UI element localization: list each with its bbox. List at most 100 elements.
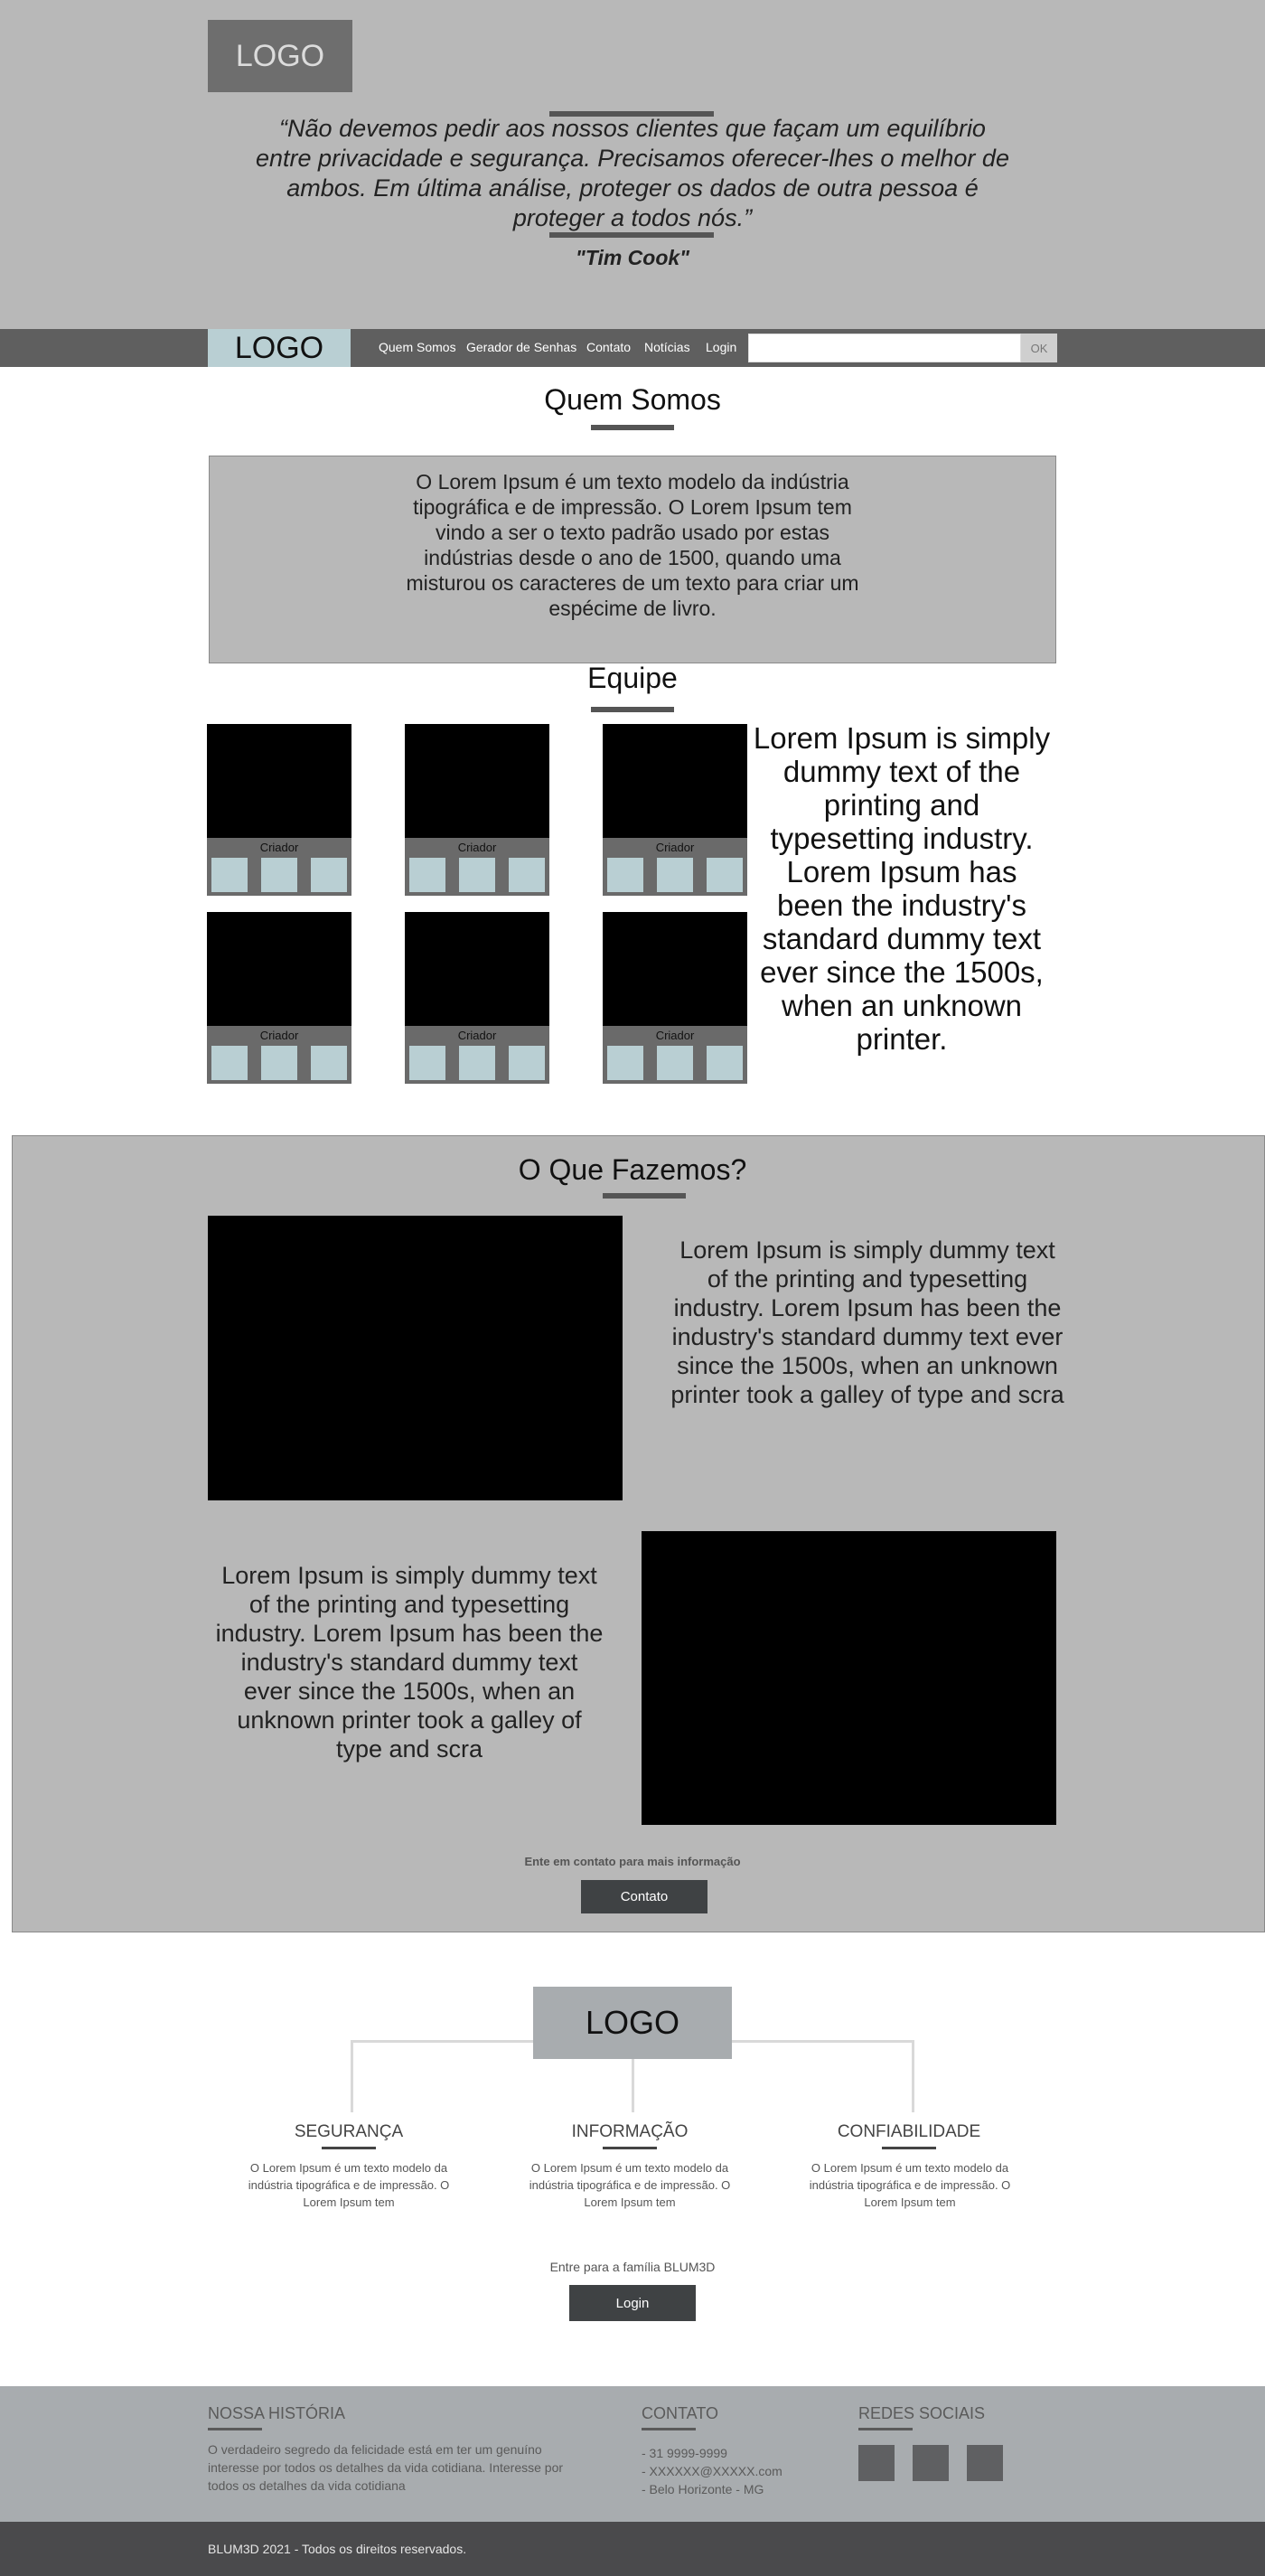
value-bar <box>882 2147 936 2149</box>
member-social-icon[interactable] <box>707 858 743 892</box>
contact-button[interactable]: Contato <box>581 1880 707 1913</box>
team-card: Criador <box>603 912 747 1084</box>
member-photo <box>207 912 351 1026</box>
what-text-2: Lorem Ipsum is simply dummy text of the … <box>215 1562 604 1763</box>
member-social-icon[interactable] <box>509 1046 545 1080</box>
member-label: Criador <box>655 1029 695 1042</box>
social-icon[interactable] <box>858 2445 895 2481</box>
social-icon[interactable] <box>913 2445 949 2481</box>
member-social-icon[interactable] <box>211 1046 248 1080</box>
connector-line <box>351 2040 353 2112</box>
connector-line <box>732 2040 914 2043</box>
member-social-icon[interactable] <box>211 858 248 892</box>
value-title-seguranca: SEGURANÇA <box>294 2122 404 2141</box>
value-title-informacao: INFORMAÇÃO <box>571 2122 689 2141</box>
member-social-icon[interactable] <box>707 1046 743 1080</box>
hero-logo: LOGO <box>208 20 352 92</box>
nav-link-login[interactable]: Login <box>706 340 736 354</box>
team-card: Criador <box>405 724 549 896</box>
login-button[interactable]: Login <box>569 2285 696 2321</box>
nav-link-noticias[interactable]: Notícias <box>644 340 690 354</box>
card-footer: Criador <box>603 838 747 896</box>
navbar: LOGO Quem Somos Gerador de Senhas Contat… <box>0 329 1265 367</box>
member-social-icon[interactable] <box>657 858 693 892</box>
footer-history-title: NOSSA HISTÓRIA <box>208 2404 346 2422</box>
value-bar <box>603 2147 657 2149</box>
hero-quote: “Não devemos pedir aos nossos clientes q… <box>256 115 1009 231</box>
nav-link-contato[interactable]: Contato <box>586 340 631 354</box>
footer-social-title: REDES SOCIAIS <box>858 2404 986 2422</box>
footer-title-bar <box>858 2428 913 2430</box>
footer-title-bar <box>208 2428 262 2430</box>
member-label: Criador <box>655 841 695 854</box>
footer-contact-phone: - 31 9999-9999 <box>642 2446 727 2460</box>
member-label: Criador <box>457 1029 497 1042</box>
member-photo <box>603 724 747 838</box>
value-text: O Lorem Ipsum é um texto modelo da indús… <box>809 2161 1011 2209</box>
member-photo <box>207 724 351 838</box>
card-footer: Criador <box>207 838 351 896</box>
copyright-text: BLUM3D 2021 - Todos os direitos reservad… <box>208 2542 467 2556</box>
member-social-icon[interactable] <box>607 858 643 892</box>
hero-section: LOGO “Não devemos pedir aos nossos clien… <box>0 0 1265 329</box>
what-title-bar <box>603 1193 686 1199</box>
member-social-icon[interactable] <box>409 1046 445 1080</box>
card-footer: Criador <box>405 838 549 896</box>
member-photo <box>405 912 549 1026</box>
member-social-icon[interactable] <box>607 1046 643 1080</box>
nav-link-gerador-senhas[interactable]: Gerador de Senhas <box>466 340 576 354</box>
member-social-icon[interactable] <box>509 858 545 892</box>
footer <box>0 2386 1265 2522</box>
member-social-icon[interactable] <box>261 1046 297 1080</box>
footer-title-bar <box>642 2428 696 2430</box>
social-icon[interactable] <box>967 2445 1003 2481</box>
member-photo <box>405 724 549 838</box>
member-social-icon[interactable] <box>657 1046 693 1080</box>
team-card: Criador <box>207 912 351 1084</box>
footer-contact-email[interactable]: - XXXXXX@XXXXX.com <box>642 2462 782 2480</box>
member-label: Criador <box>259 841 299 854</box>
what-image-1 <box>208 1216 623 1500</box>
footer-contact-city: - Belo Horizonte - MG <box>642 2482 764 2496</box>
about-title: Quem Somos <box>544 383 721 416</box>
join-text: Entre para a família BLUM3D <box>549 2260 716 2274</box>
member-social-icon[interactable] <box>459 858 495 892</box>
about-title-bar <box>591 425 674 430</box>
quote-bottom-bar <box>549 232 714 238</box>
value-title-confiabilidade: CONFIABILIDADE <box>837 2122 981 2141</box>
connector-line <box>632 2059 634 2112</box>
what-text-1: Lorem Ipsum is simply dummy text of the … <box>670 1236 1064 1408</box>
footer-history-text: O verdadeiro segredo da felicidade está … <box>208 2442 564 2493</box>
card-footer: Criador <box>405 1026 549 1084</box>
what-title: O Que Fazemos? <box>518 1153 747 1186</box>
about-text: O Lorem Ipsum é um texto modelo da indús… <box>406 470 859 620</box>
member-label: Criador <box>457 841 497 854</box>
member-social-icon[interactable] <box>459 1046 495 1080</box>
member-social-icon[interactable] <box>311 858 347 892</box>
member-social-icon[interactable] <box>311 1046 347 1080</box>
footer-contact-title: CONTATO <box>642 2404 718 2422</box>
value-bar <box>322 2147 376 2149</box>
team-title-bar <box>591 707 674 712</box>
search-input[interactable] <box>748 334 1021 362</box>
member-social-icon[interactable] <box>261 858 297 892</box>
member-label: Criador <box>259 1029 299 1042</box>
value-text: O Lorem Ipsum é um texto modelo da indús… <box>529 2161 731 2209</box>
team-text: Lorem Ipsum is simply dummy text of the … <box>753 721 1051 1056</box>
what-we-do-section <box>12 1135 1265 1932</box>
member-social-icon[interactable] <box>409 858 445 892</box>
value-text: O Lorem Ipsum é um texto modelo da indús… <box>248 2161 450 2209</box>
card-footer: Criador <box>207 1026 351 1084</box>
hero-quote-author: "Tim Cook" <box>575 246 690 269</box>
nav-logo[interactable]: LOGO <box>208 329 351 367</box>
connector-line <box>351 2040 533 2043</box>
member-photo <box>603 912 747 1026</box>
connector-line <box>912 2040 914 2112</box>
nav-link-quem-somos[interactable]: Quem Somos <box>379 340 456 354</box>
values-logo: LOGO <box>533 1987 732 2059</box>
search-ok-button[interactable]: OK <box>1021 334 1057 362</box>
team-card: Criador <box>603 724 747 896</box>
team-title: Equipe <box>587 662 678 694</box>
copyright-bar: BLUM3D 2021 - Todos os direitos reservad… <box>0 2522 1265 2576</box>
team-card: Criador <box>207 724 351 896</box>
